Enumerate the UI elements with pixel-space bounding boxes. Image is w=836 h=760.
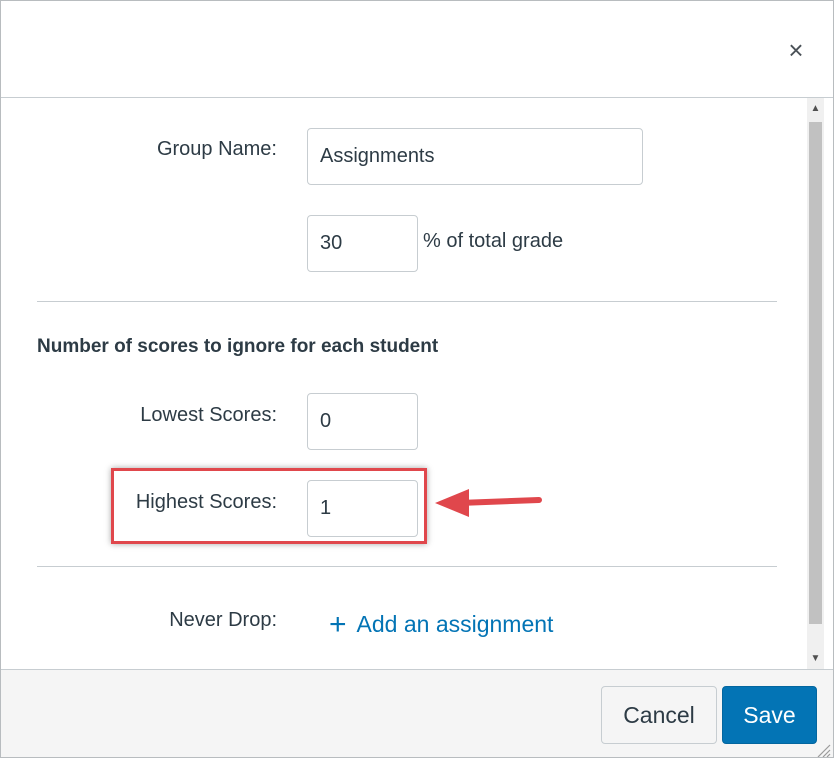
scrollbar-thumb[interactable] (809, 122, 822, 624)
add-assignment-label: Add an assignment (356, 611, 554, 637)
resize-grip-icon[interactable] (815, 742, 831, 758)
group-name-input[interactable]: Assignments (307, 128, 643, 185)
weight-suffix: % of total grade (423, 230, 564, 252)
highlight-annotation-box (111, 468, 427, 544)
section-divider (37, 301, 777, 302)
add-assignment-link[interactable]: + Add an assignment (329, 607, 554, 641)
plus-icon: + (329, 607, 347, 641)
never-drop-label: Never Drop: (169, 609, 277, 631)
cancel-button[interactable]: Cancel (601, 686, 717, 744)
vertical-scrollbar[interactable]: ▲ ▼ (807, 98, 824, 669)
lowest-scores-label: Lowest Scores: (140, 404, 277, 426)
scroll-down-icon[interactable]: ▼ (807, 650, 824, 667)
group-name-label: Group Name: (156, 138, 277, 160)
weight-input[interactable]: 30 (307, 215, 418, 272)
save-button[interactable]: Save (722, 686, 817, 744)
edit-assignment-group-dialog: × Group Name: Assignments 30 % of total … (0, 0, 834, 758)
dialog-footer: Cancel Save (1, 669, 833, 758)
lowest-scores-input[interactable]: 0 (307, 393, 418, 450)
scroll-up-icon[interactable]: ▲ (807, 100, 824, 117)
section-divider (37, 566, 777, 567)
annotation-arrow-icon (435, 489, 542, 517)
drop-scores-heading: Number of scores to ignore for each stud… (37, 336, 439, 357)
dialog-titlebar: × (1, 1, 833, 98)
close-icon[interactable]: × (785, 37, 807, 63)
dialog-content: Group Name: Assignments 30 % of total gr… (1, 98, 809, 669)
